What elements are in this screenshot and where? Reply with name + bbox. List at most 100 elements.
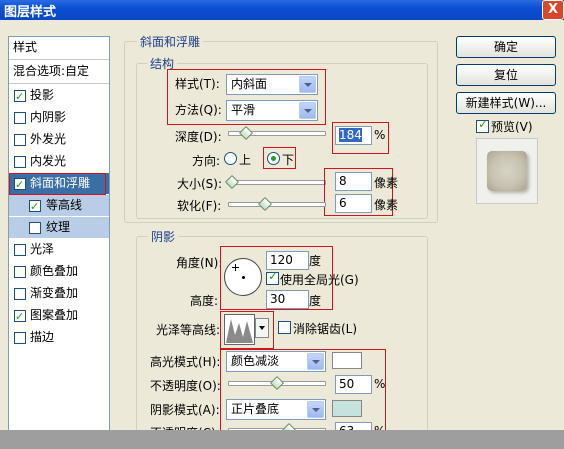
bevel-group-title: 斜面和浮雕 xyxy=(137,33,204,50)
style-checkbox[interactable] xyxy=(14,306,26,327)
style-list-item[interactable]: 光泽 xyxy=(9,239,109,260)
style-list-item[interactable]: 内发光 xyxy=(9,151,109,172)
style-checkbox[interactable] xyxy=(14,156,26,168)
style-list-item-label: 纹理 xyxy=(46,220,71,234)
preview-label: 预览(V) xyxy=(491,120,533,134)
dial-crosshair-icon xyxy=(232,264,239,271)
soften-input[interactable]: 6 xyxy=(335,194,372,213)
size-slider[interactable] xyxy=(228,180,326,185)
style-checkbox[interactable] xyxy=(29,222,41,234)
chevron-down-icon xyxy=(307,353,324,370)
preview-checkbox[interactable] xyxy=(476,117,489,133)
style-list-item[interactable]: 等高线 xyxy=(9,195,109,217)
contour-dropdown[interactable] xyxy=(255,318,269,338)
close-button[interactable]: X xyxy=(542,0,564,20)
style-list-item-label: 内发光 xyxy=(30,154,67,168)
altitude-input[interactable]: 30 xyxy=(266,290,309,309)
use-global-light-checkbox[interactable] xyxy=(266,269,279,285)
style-list-item-label: 外发光 xyxy=(30,132,67,146)
soften-slider[interactable] xyxy=(228,202,326,207)
depth-input[interactable]: 184 xyxy=(335,126,372,145)
highlight-mode-label: 高光模式(H): xyxy=(150,355,221,369)
angle-label: 角度(N): xyxy=(176,256,223,270)
style-list-item[interactable]: 描边 xyxy=(9,327,109,348)
style-checkbox[interactable] xyxy=(14,244,26,256)
shadow-mode-select[interactable]: 正片叠底 xyxy=(226,399,326,420)
style-select[interactable]: 内斜面 xyxy=(226,74,318,95)
preview-swatch xyxy=(487,151,527,191)
contour-curve-icon xyxy=(226,319,253,343)
style-checkbox[interactable] xyxy=(14,332,26,344)
ok-button[interactable]: 确定 xyxy=(456,36,556,58)
chevron-down-icon xyxy=(299,102,316,119)
use-global-light-label: 使用全局光(G) xyxy=(280,273,359,287)
chevron-down-icon xyxy=(259,326,265,330)
style-list-item-label: 图案叠加 xyxy=(30,308,79,322)
altitude-label: 高度: xyxy=(190,294,219,308)
direction-up-radio[interactable] xyxy=(224,152,237,165)
style-list-item-label: 等高线 xyxy=(46,198,83,212)
technique-label: 方法(Q): xyxy=(175,103,222,117)
style-list-item[interactable]: 内阴影 xyxy=(9,107,109,128)
style-list-item[interactable]: 渐变叠加 xyxy=(9,283,109,304)
highlight-opacity-unit: % xyxy=(374,377,386,391)
angle-unit: 度 xyxy=(309,254,322,268)
style-list: 样式 混合选项:自定 投影内阴影外发光内发光斜面和浮雕等高线纹理光泽颜色叠加渐变… xyxy=(8,36,110,445)
depth-unit: % xyxy=(374,128,386,142)
altitude-unit: 度 xyxy=(309,294,322,308)
size-input[interactable]: 8 xyxy=(335,172,372,191)
style-list-item-label: 颜色叠加 xyxy=(30,264,79,278)
size-label: 大小(S): xyxy=(177,177,223,191)
angle-input[interactable]: 120 xyxy=(266,251,309,270)
direction-down-label: 下 xyxy=(282,153,295,167)
style-list-item[interactable]: 外发光 xyxy=(9,129,109,150)
blend-options-item[interactable]: 混合选项:自定 xyxy=(9,61,109,82)
depth-label: 深度(D): xyxy=(175,130,222,144)
chevron-down-icon xyxy=(307,401,324,418)
direction-label: 方向: xyxy=(192,154,221,168)
highlight-color-swatch[interactable] xyxy=(332,352,362,369)
style-list-item-label: 投影 xyxy=(30,88,55,102)
style-list-item-label: 内阴影 xyxy=(30,110,67,124)
gloss-contour-label: 光泽等高线: xyxy=(156,323,221,337)
title-bar[interactable]: 图层样式 X xyxy=(0,0,564,20)
bottom-strip xyxy=(0,430,564,449)
style-checkbox[interactable] xyxy=(14,134,26,146)
shadow-color-swatch[interactable] xyxy=(332,400,362,417)
reset-button[interactable]: 复位 xyxy=(456,64,556,86)
style-list-item-label: 光泽 xyxy=(30,242,55,256)
dial-center xyxy=(242,276,245,279)
annotation-box xyxy=(9,173,106,195)
style-list-item[interactable]: 投影 xyxy=(9,85,109,107)
antialias-checkbox[interactable] xyxy=(278,321,291,334)
style-label: 样式(T): xyxy=(175,77,220,91)
style-list-item[interactable]: 纹理 xyxy=(9,217,109,238)
direction-up-label: 上 xyxy=(239,153,252,167)
style-list-item-label: 描边 xyxy=(30,330,55,344)
new-style-button[interactable]: 新建样式(W)... xyxy=(456,92,556,114)
chevron-down-icon xyxy=(299,76,316,93)
antialias-label: 消除锯齿(L) xyxy=(293,322,358,336)
style-checkbox[interactable] xyxy=(14,86,26,107)
highlight-opacity-input[interactable]: 50 xyxy=(335,375,372,394)
style-list-item-label: 渐变叠加 xyxy=(30,286,79,300)
technique-select[interactable]: 平滑 xyxy=(226,100,318,121)
style-checkbox[interactable] xyxy=(14,288,26,300)
soften-label: 软化(F): xyxy=(177,199,222,213)
style-checkbox[interactable] xyxy=(14,266,26,278)
shadow-mode-label: 阴影模式(A): xyxy=(150,403,220,417)
soften-unit: 像素 xyxy=(374,198,399,212)
shading-title: 阴影 xyxy=(148,228,179,245)
highlight-mode-select[interactable]: 颜色减淡 xyxy=(226,351,326,372)
style-list-item[interactable]: 颜色叠加 xyxy=(9,261,109,282)
style-list-header[interactable]: 样式 xyxy=(9,37,109,58)
angle-dial[interactable] xyxy=(224,258,262,296)
style-checkbox[interactable] xyxy=(14,112,26,124)
size-unit: 像素 xyxy=(374,176,399,190)
gloss-contour-picker[interactable] xyxy=(224,314,255,345)
style-list-item[interactable]: 图案叠加 xyxy=(9,305,109,327)
highlight-opacity-label: 不透明度(O): xyxy=(150,379,221,393)
direction-down-radio[interactable] xyxy=(267,152,280,165)
window-title: 图层样式 xyxy=(4,5,57,20)
style-checkbox[interactable] xyxy=(29,196,41,217)
